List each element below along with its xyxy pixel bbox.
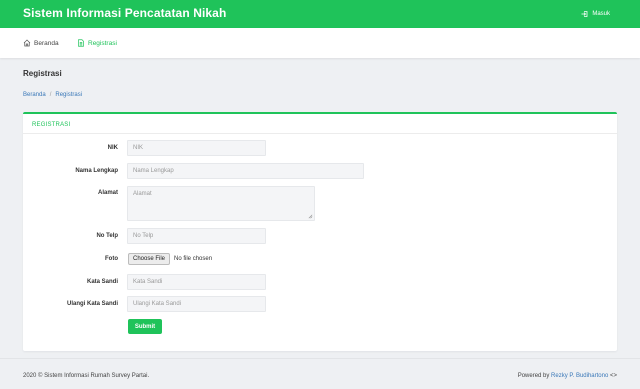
document-icon: [78, 39, 84, 47]
nav-item-registrasi[interactable]: Registrasi: [77, 39, 117, 47]
sandi-placeholder: Kata Sandi: [133, 279, 163, 285]
nik-input[interactable]: NIK: [127, 140, 266, 156]
foto-label: Foto: [105, 256, 118, 262]
sign-in-icon: [581, 11, 588, 17]
sandi-label: Kata Sandi: [86, 279, 118, 285]
breadcrumb-home[interactable]: Beranda: [23, 92, 46, 98]
confirm-password-input[interactable]: Ulangi Kata Sandi: [127, 296, 266, 312]
login-link[interactable]: Masuk: [581, 10, 610, 18]
file-status: No file chosen: [174, 256, 213, 262]
resize-handle-icon[interactable]: [308, 214, 313, 219]
card-title: REGISTRASI: [32, 122, 71, 128]
footer-copyright: 2020 © Sistem Informasi Rumah Survey Par…: [23, 373, 150, 379]
nama-label: Nama Lengkap: [75, 168, 118, 174]
ulangi-placeholder: Ulangi Kata Sandi: [133, 301, 182, 307]
alamat-label: Alamat: [97, 190, 118, 196]
card-divider: [23, 133, 617, 134]
telp-input[interactable]: No Telp: [127, 228, 266, 244]
nav-item-label: Registrasi: [88, 39, 117, 47]
home-icon: [23, 39, 31, 47]
breadcrumb-separator: /: [49, 92, 52, 98]
app-title[interactable]: Sistem Informasi Pencatatan Nikah: [23, 6, 226, 20]
registration-card: REGISTRASI NIK NIK Nama Lengkap Nama Len…: [23, 112, 617, 351]
footer-credit: Powered by Rezky P. Budihartono <>: [518, 373, 617, 379]
password-input[interactable]: Kata Sandi: [127, 274, 266, 290]
footer: 2020 © Sistem Informasi Rumah Survey Par…: [0, 358, 640, 389]
top-navbar: Sistem Informasi Pencatatan Nikah Masuk: [0, 0, 640, 28]
telp-label: No Telp: [96, 233, 118, 239]
nav-item-label: Beranda: [34, 39, 59, 47]
footer-powered-by: Powered by: [517, 373, 550, 379]
main-menu: Beranda Registrasi: [0, 28, 640, 58]
breadcrumb: Beranda / Registrasi: [23, 92, 82, 98]
choose-file-button[interactable]: Choose File: [128, 253, 171, 265]
breadcrumb-current[interactable]: Registrasi: [55, 92, 82, 98]
foto-file-input[interactable]: Choose File No file chosen: [128, 253, 212, 265]
ulangi-label: Ulangi Kata Sandi: [66, 301, 118, 307]
nik-placeholder: NIK: [133, 145, 144, 151]
nama-input[interactable]: Nama Lengkap: [127, 163, 364, 179]
alamat-placeholder: Alamat: [133, 191, 152, 197]
login-label: Masuk: [592, 11, 610, 17]
nav-item-beranda[interactable]: Beranda: [23, 39, 59, 47]
footer-author-link[interactable]: Rezky P. Budihartono: [551, 373, 608, 379]
alamat-textarea[interactable]: Alamat: [127, 186, 315, 221]
submit-button[interactable]: Submit: [128, 319, 162, 334]
nik-label: NIK: [107, 145, 118, 151]
code-icon: <>: [609, 373, 617, 379]
telp-placeholder: No Telp: [133, 233, 154, 239]
page-title: Registrasi: [23, 69, 62, 78]
nama-placeholder: Nama Lengkap: [133, 168, 174, 174]
